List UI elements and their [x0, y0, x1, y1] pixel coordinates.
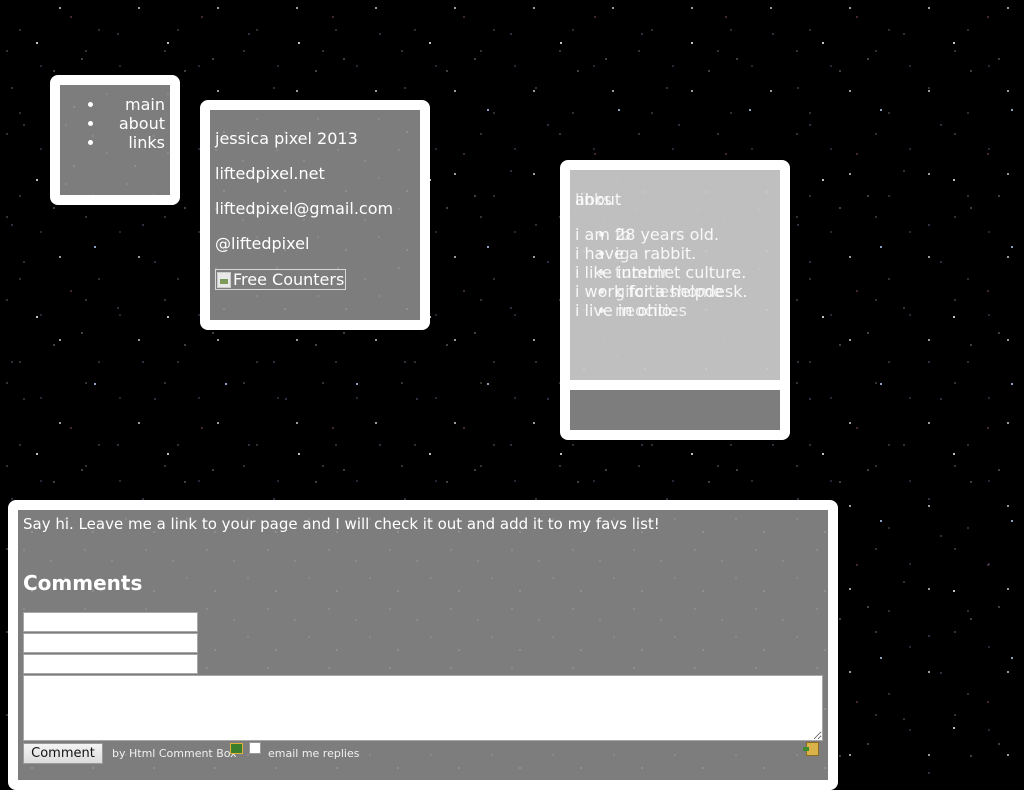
comments-heading: Comments [23, 571, 143, 595]
links-list: fb ig tumblr gifcitieshome neocities [575, 225, 775, 320]
about-panel-footer [570, 390, 780, 430]
links-heading: links [575, 190, 612, 209]
email-replies-checkbox[interactable] [249, 742, 261, 754]
comment-submit-row: Comment by Html Comment Box email me rep… [23, 742, 823, 764]
nav-panel: main about links [50, 75, 180, 205]
comment-textarea[interactable] [23, 675, 823, 741]
nav-item-about[interactable]: about [60, 114, 170, 133]
free-counters-image[interactable]: Free Counters [215, 269, 347, 290]
comment-submit-button[interactable]: Comment [23, 743, 103, 764]
contact-panel: jessica pixel 2013 liftedpixel.net lifte… [200, 100, 430, 330]
nav-link-links[interactable]: links [128, 133, 165, 152]
links-item[interactable]: gifcitieshome [575, 282, 775, 301]
name-field[interactable] [23, 612, 198, 632]
links-item[interactable]: neocities [575, 301, 775, 320]
nav-item-main[interactable]: main [60, 95, 170, 114]
email-text: liftedpixel@gmail.com [215, 199, 394, 218]
free-counters-alt-text: Free Counters [233, 270, 345, 289]
powered-by-label: by Html Comment Box [112, 747, 237, 760]
nav-item-links[interactable]: links [60, 133, 170, 152]
comments-intro-text: Say hi. Leave me a link to your page and… [23, 515, 660, 533]
website-text: liftedpixel.net [215, 164, 325, 183]
powered-by-prefix: by [112, 747, 129, 760]
about-panel: about i am 28 years old. i have a rabbit… [560, 160, 790, 440]
nav-link-main[interactable]: main [125, 95, 165, 114]
html-comment-box-link[interactable]: Html Comment Box [129, 747, 237, 760]
about-panel-inner: about i am 28 years old. i have a rabbit… [570, 170, 780, 380]
email-field[interactable] [23, 633, 198, 653]
twitter-handle: @liftedpixel [215, 234, 310, 253]
contact-panel-inner: jessica pixel 2013 liftedpixel.net lifte… [210, 110, 420, 320]
copyright-text: jessica pixel 2013 [215, 129, 358, 148]
htmlcommentbox-icon[interactable] [230, 743, 243, 754]
comments-panel: Say hi. Leave me a link to your page and… [8, 500, 838, 790]
broken-image-icon [217, 271, 231, 288]
links-item[interactable]: ig [575, 244, 775, 263]
comments-panel-inner: Say hi. Leave me a link to your page and… [18, 510, 828, 780]
website-field[interactable] [23, 654, 198, 674]
nav-panel-inner: main about links [60, 85, 170, 195]
nav-list: main about links [60, 85, 170, 152]
nav-link-about[interactable]: about [119, 114, 165, 133]
links-item[interactable]: fb [575, 225, 775, 244]
links-layer: links fb ig tumblr gifcitieshome neociti… [575, 190, 775, 320]
links-item[interactable]: tumblr [575, 263, 775, 282]
email-replies-label: email me replies [268, 747, 360, 760]
login-icon[interactable] [803, 742, 819, 756]
